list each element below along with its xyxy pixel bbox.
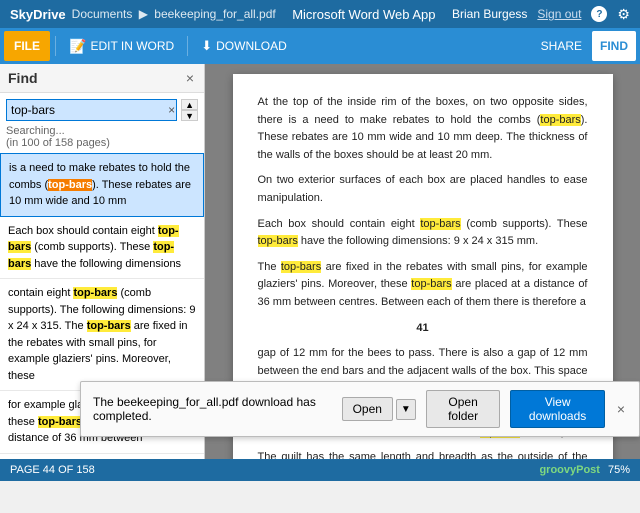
find-search-input[interactable]	[6, 99, 177, 121]
user-name: Brian Burgess	[452, 7, 527, 21]
find-tab[interactable]: FIND	[592, 31, 636, 61]
groovypost-brand: groovyPost	[539, 464, 600, 476]
main-toolbar: FILE 📝 EDIT IN WORD ⬇ DOWNLOAD SHARE FIN…	[0, 28, 640, 64]
sign-out-link[interactable]: Sign out	[537, 7, 581, 21]
open-dropdown-button[interactable]: ▼	[396, 399, 416, 420]
page-info: PAGE 44 OF 158	[10, 464, 95, 476]
file-button[interactable]: FILE	[4, 31, 50, 61]
edit-in-word-label: EDIT IN WORD	[90, 39, 174, 53]
count-text: (in 100 of 158 pages)	[6, 137, 110, 149]
find-highlight-3: top-bars	[38, 416, 82, 428]
download-notification: The beekeeping_for_all.pdf download has …	[80, 381, 640, 437]
share-tab[interactable]: SHARE	[533, 31, 590, 61]
searching-text: Searching...	[6, 125, 65, 137]
view-downloads-button[interactable]: View downloads	[510, 390, 604, 428]
find-result-0[interactable]: is a need to make rebates to hold the co…	[0, 153, 204, 217]
status-bar: PAGE 44 OF 158 groovyPost 75%	[0, 459, 640, 481]
breadcrumb-sep1: ▶	[139, 7, 148, 21]
find-highlight-2b: top-bars	[87, 320, 131, 332]
download-label: DOWNLOAD	[216, 39, 287, 53]
download-icon: ⬇	[201, 38, 212, 54]
doc-para-4: The top-bars are fixed in the rebates wi…	[258, 259, 588, 312]
help-icon[interactable]: ?	[591, 6, 607, 22]
status-right: groovyPost 75%	[539, 464, 630, 476]
doc-hl-5: top-bars	[411, 278, 451, 290]
find-header: Find ×	[0, 64, 204, 93]
skydrive-logo[interactable]: SkyDrive	[10, 7, 66, 22]
open-folder-button[interactable]: Open folder	[426, 390, 501, 428]
find-highlight-1b: top-bars	[8, 241, 174, 270]
open-folder-label: Open folder	[437, 395, 490, 423]
breadcrumb-file[interactable]: beekeeping_for_all.pdf	[154, 7, 275, 21]
doc-hl-3: top-bars	[258, 235, 298, 247]
find-result-4[interactable]: with a play of 10 mm. The roof contains …	[0, 454, 204, 460]
doc-para-2: On two exterior surfaces of each box are…	[258, 172, 588, 207]
find-highlight-2: top-bars	[73, 287, 117, 299]
toolbar-divider-1	[55, 36, 56, 56]
doc-hl-4: top-bars	[281, 261, 321, 273]
find-result-1[interactable]: Each box should contain eight top-bars (…	[0, 217, 204, 280]
edit-in-word-button[interactable]: 📝 EDIT IN WORD	[61, 31, 182, 61]
edit-word-icon: 📝	[69, 38, 86, 55]
view-downloads-label: View downloads	[521, 395, 593, 423]
doc-para-3: Each box should contain eight top-bars (…	[258, 216, 588, 251]
find-next-button[interactable]: ▼	[181, 110, 198, 121]
find-title: Find	[8, 70, 38, 86]
find-highlight-selected: top-bars	[48, 179, 92, 191]
settings-icon[interactable]: ⚙	[617, 6, 630, 23]
download-button[interactable]: ⬇ DOWNLOAD	[193, 31, 295, 61]
find-close-button[interactable]: ×	[184, 70, 196, 86]
zoom-level: 75%	[608, 464, 630, 476]
find-input-wrap: ×	[6, 99, 177, 121]
download-message: The beekeeping_for_all.pdf download has …	[93, 395, 332, 423]
toolbar-divider-2	[187, 36, 188, 56]
find-clear-button[interactable]: ×	[168, 103, 175, 117]
breadcrumb-documents[interactable]: Documents	[72, 7, 133, 21]
breadcrumb: Documents ▶ beekeeping_for_all.pdf	[72, 7, 276, 21]
find-arrows: ▲ ▼	[181, 99, 198, 121]
app-title: Microsoft Word Web App	[292, 7, 435, 22]
doc-hl-1: top-bars	[540, 114, 580, 126]
doc-para-7: The quilt has the same length and breadt…	[258, 449, 588, 459]
find-prev-button[interactable]: ▲	[181, 99, 198, 110]
main-area: Find × × ▲ ▼ Searching... (in 100 of 158…	[0, 64, 640, 459]
doc-para-1: At the top of the inside rim of the boxe…	[258, 94, 588, 164]
top-bar-right: Brian Burgess Sign out ? ⚙	[452, 6, 630, 23]
find-result-2[interactable]: contain eight top-bars (comb supports). …	[0, 279, 204, 391]
doc-hl-2: top-bars	[420, 218, 460, 230]
find-count: Searching... (in 100 of 158 pages)	[0, 123, 204, 153]
find-input-row: × ▲ ▼	[0, 93, 204, 123]
top-bar: SkyDrive Documents ▶ beekeeping_for_all.…	[0, 0, 640, 28]
open-file-button[interactable]: Open	[342, 397, 393, 421]
doc-page-number: 41	[258, 320, 588, 338]
download-close-button[interactable]: ×	[615, 401, 627, 417]
top-bar-left: SkyDrive Documents ▶ beekeeping_for_all.…	[10, 7, 276, 22]
open-label: Open	[353, 402, 382, 416]
